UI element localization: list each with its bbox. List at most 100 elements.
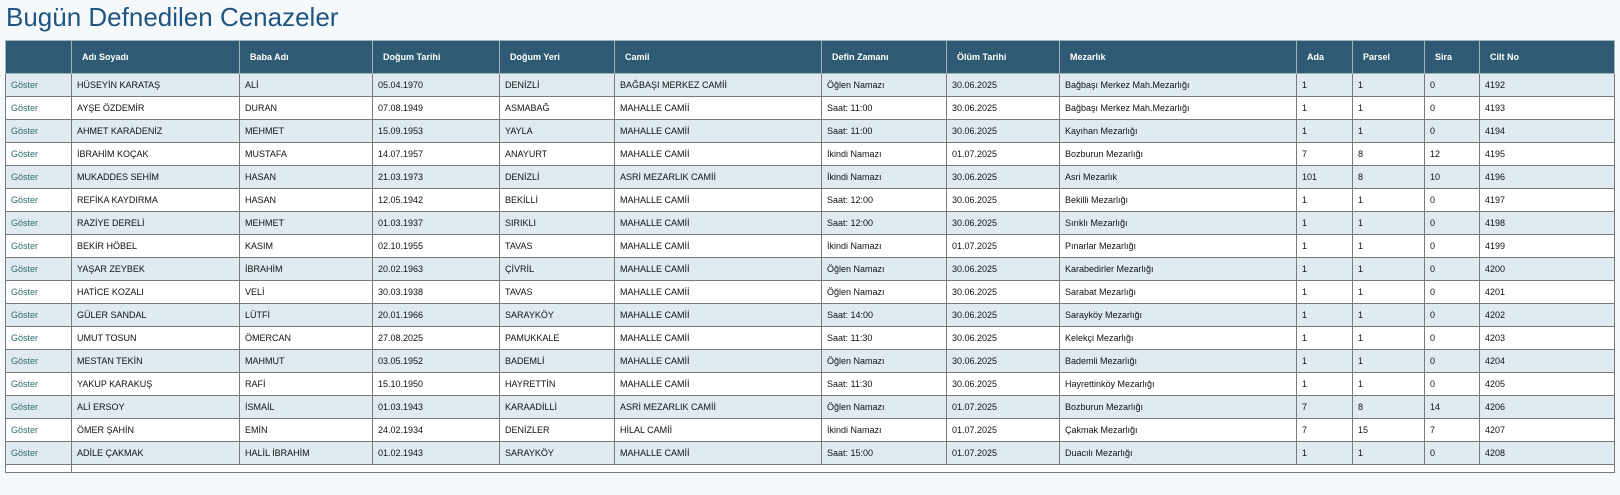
show-cell[interactable]: Göster [5,441,72,465]
cell-burial-time: Saat: 11:30 [821,326,947,350]
show-cell[interactable]: Göster [5,372,72,396]
show-cell[interactable]: Göster [5,326,72,350]
cell-cilt-no: 4196 [1479,165,1615,189]
cell-name: AHMET KARADENİZ [71,119,240,143]
cell-death-date: 30.06.2025 [946,73,1060,97]
show-link[interactable]: Göster [11,218,38,228]
page-title: Bugün Defnedilen Cenazeler [6,2,339,32]
cell-cemetery: Bağbaşı Merkez Mah.Mezarlığı [1059,73,1297,97]
show-cell[interactable]: Göster [5,303,72,327]
cell-death-date: 30.06.2025 [946,96,1060,120]
table-row: Göster AHMET KARADENİZ MEHMET 15.09.1953 YAY… [5,119,1615,143]
cell-death-date: 30.06.2025 [946,326,1060,350]
cell-parsel: 1 [1352,280,1425,304]
col-header-birth-date: Doğum Tarihi [372,40,500,74]
cell-burial-time: İkindi Namazı [821,142,947,166]
show-cell[interactable]: Göster [5,280,72,304]
show-cell[interactable]: Göster [5,119,72,143]
show-cell[interactable]: Göster [5,165,72,189]
show-cell[interactable]: Göster [5,96,72,120]
cell-birth-date: 01.03.1943 [372,395,500,419]
cell-ada: 7 [1296,142,1353,166]
show-cell[interactable]: Göster [5,142,72,166]
cell-birth-place: BADEMLİ [499,349,615,373]
show-link[interactable]: Göster [11,195,38,205]
cell-birth-place: HAYRETTİN [499,372,615,396]
cell-sira: 0 [1424,234,1480,258]
cell-name: REFİKA KAYDIRMA [71,188,240,212]
cell-burial-time: Saat: 11:00 [821,96,947,120]
cell-sira: 0 [1424,372,1480,396]
show-link[interactable]: Göster [11,402,38,412]
col-header-sira: Sira [1424,40,1480,74]
show-cell[interactable]: Göster [5,188,72,212]
cell-birth-place: ASMABAĞ [499,96,615,120]
show-link[interactable]: Göster [11,333,38,343]
col-header-cilt-no: Cilt No [1479,40,1615,74]
cell-death-date: 30.06.2025 [946,188,1060,212]
show-link[interactable]: Göster [11,448,38,458]
cell-cemetery: Bağbaşı Merkez Mah.Mezarlığı [1059,96,1297,120]
cell-sira: 0 [1424,119,1480,143]
cell-cemetery: Bozburun Mezarlığı [1059,395,1297,419]
show-link[interactable]: Göster [11,264,38,274]
show-link[interactable]: Göster [11,425,38,435]
cell-parsel: 8 [1352,395,1425,419]
show-cell[interactable]: Göster [5,211,72,235]
cell-ada: 1 [1296,188,1353,212]
cell-birth-place: DENİZLİ [499,165,615,189]
funerals-table-container: Adı Soyadı Baba Adı Doğum Tarihi Doğum Yeri… [5,40,1615,473]
cell-parsel: 1 [1352,303,1425,327]
cell-sira: 0 [1424,73,1480,97]
show-link[interactable]: Göster [11,310,38,320]
cell-cilt-no: 4205 [1479,372,1615,396]
cell-name: YAŞAR ZEYBEK [71,257,240,281]
cell-birth-place: YAYLA [499,119,615,143]
empty-row [5,464,1615,473]
cell-ada: 101 [1296,165,1353,189]
cell-father: MEHMET [239,211,373,235]
cell-father: MEHMET [239,119,373,143]
cell-burial-time: Öğlen Namazı [821,395,947,419]
cell-birth-place: SARAYKÖY [499,441,615,465]
cell-name: İBRAHİM KOÇAK [71,142,240,166]
cell-parsel: 1 [1352,119,1425,143]
show-link[interactable]: Göster [11,356,38,366]
show-cell[interactable]: Göster [5,257,72,281]
cell-birth-date: 05.04.1970 [372,73,500,97]
table-row: Göster UMUT TOSUN ÖMERCAN 27.08.2025 PAMUKKA… [5,326,1615,350]
table-row: Göster ÖMER ŞAHİN EMİN 24.02.1934 DENİZLER Hİ… [5,418,1615,442]
col-header-father: Baba Adı [239,40,373,74]
show-cell[interactable]: Göster [5,418,72,442]
cell-ada: 1 [1296,441,1353,465]
show-link[interactable]: Göster [11,103,38,113]
cell-burial-time: İkindi Namazı [821,234,947,258]
col-header-mosque: Camii [614,40,822,74]
show-link[interactable]: Göster [11,379,38,389]
show-link[interactable]: Göster [11,172,38,182]
cell-mosque: HİLAL CAMİİ [614,418,822,442]
cell-birth-place: TAVAS [499,280,615,304]
cell-father: DURAN [239,96,373,120]
cell-ada: 1 [1296,234,1353,258]
show-link[interactable]: Göster [11,126,38,136]
show-link[interactable]: Göster [11,80,38,90]
show-cell[interactable]: Göster [5,73,72,97]
cell-parsel: 1 [1352,234,1425,258]
cell-father: İSMAİL [239,395,373,419]
cell-burial-time: Saat: 11:30 [821,372,947,396]
show-link[interactable]: Göster [11,287,38,297]
cell-parsel: 1 [1352,372,1425,396]
show-link[interactable]: Göster [11,241,38,251]
cell-cemetery: Sırıklı Mezarlığı [1059,211,1297,235]
cell-parsel: 1 [1352,188,1425,212]
table-row: Göster YAŞAR ZEYBEK İBRAHİM 20.02.1963 ÇİVRİ… [5,257,1615,281]
cell-mosque: MAHALLE CAMİİ [614,96,822,120]
show-cell[interactable]: Göster [5,395,72,419]
show-cell[interactable]: Göster [5,234,72,258]
show-link[interactable]: Göster [11,149,38,159]
cell-ada: 1 [1296,257,1353,281]
cell-name: ALİ ERSOY [71,395,240,419]
show-cell[interactable]: Göster [5,349,72,373]
cell-birth-date: 02.10.1955 [372,234,500,258]
